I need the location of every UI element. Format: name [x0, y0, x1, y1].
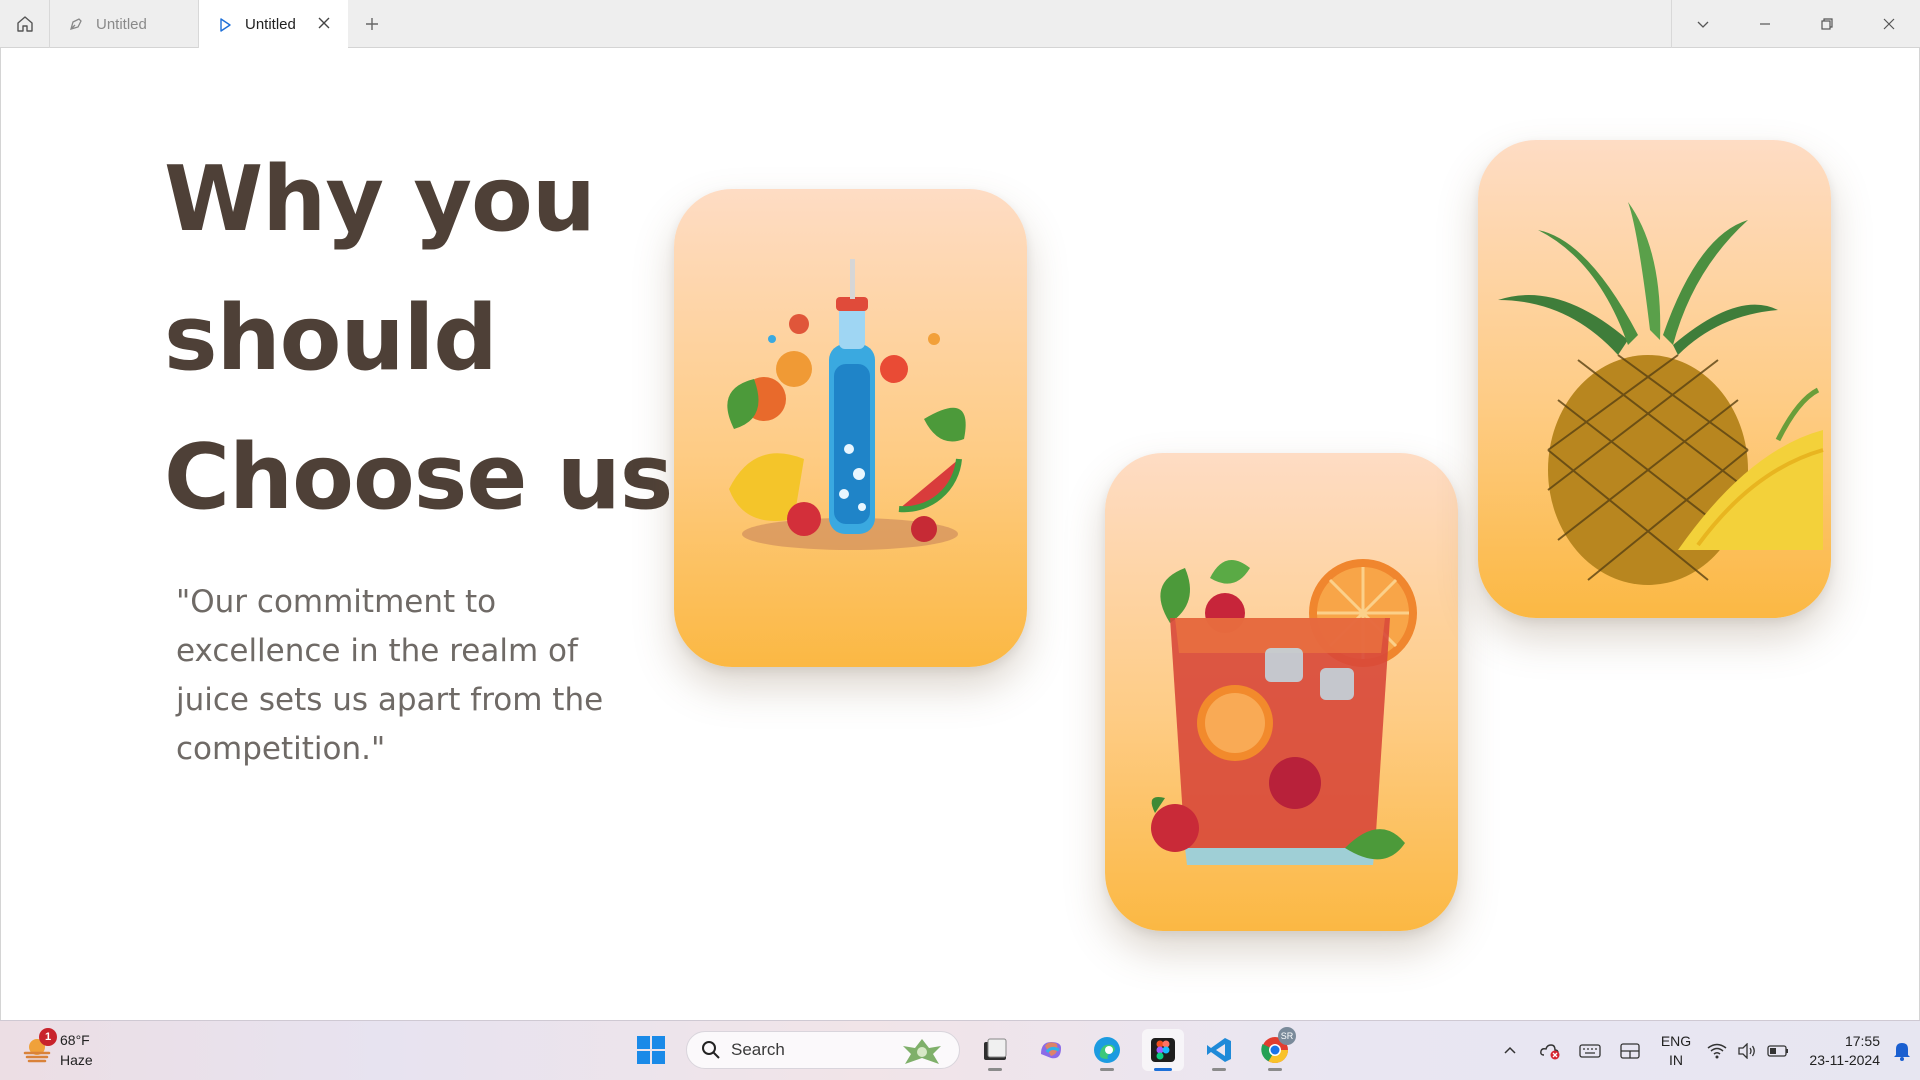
close-icon	[1883, 18, 1895, 30]
weather-condition: Haze	[60, 1052, 93, 1068]
network-button[interactable]	[1702, 1021, 1732, 1080]
title-bar: Untitled Untitled	[0, 0, 1920, 49]
taskbar-vscode[interactable]	[1198, 1029, 1240, 1071]
display-icon	[1620, 1043, 1640, 1059]
windows-icon	[637, 1036, 665, 1064]
taskbar-figma[interactable]	[1142, 1029, 1184, 1071]
restore-button[interactable]	[1796, 0, 1858, 48]
wifi-icon	[1707, 1043, 1727, 1059]
taskbar-apps: Search SR	[630, 1027, 1296, 1071]
running-indicator	[1212, 1068, 1226, 1071]
bell-icon	[1894, 1043, 1910, 1061]
running-indicator	[988, 1068, 1002, 1071]
play-icon	[220, 17, 231, 32]
page-headline: Why you should Choose us?	[164, 130, 725, 547]
search-highlight-icon	[903, 1039, 941, 1064]
tabs-dropdown-button[interactable]	[1672, 0, 1734, 48]
new-tab-button[interactable]	[358, 10, 386, 38]
volume-button[interactable]	[1732, 1021, 1762, 1080]
taskbar-search[interactable]: Search	[686, 1031, 960, 1069]
headline-line: Choose us?	[164, 425, 725, 530]
citrus-drink-glass-illustration	[1151, 559, 1417, 865]
copilot-icon	[1041, 1042, 1061, 1059]
tab-label: Untitled	[96, 15, 147, 33]
profile-badge: SR	[1278, 1027, 1296, 1045]
fruit-bottle-illustration	[727, 259, 966, 550]
clock[interactable]: 17:55 23-11-2024	[1794, 1032, 1884, 1070]
close-button[interactable]	[1858, 0, 1920, 48]
search-placeholder: Search	[731, 1040, 785, 1059]
system-tray: ENG IN 17:55 23-11-2024	[1490, 1021, 1920, 1080]
start-button[interactable]	[630, 1029, 672, 1071]
tablet-mode-button[interactable]	[1610, 1021, 1650, 1080]
file-explorer-icon	[984, 1038, 1007, 1060]
running-indicator	[1154, 1068, 1172, 1071]
close-tab-icon[interactable]	[316, 15, 332, 31]
clock-date: 23-11-2024	[1809, 1052, 1880, 1068]
home-icon	[16, 16, 33, 32]
keyboard-icon	[1579, 1044, 1601, 1058]
cloud-error-icon	[1540, 1044, 1560, 1060]
juice-card-pineapple	[1478, 140, 1831, 618]
notifications-button[interactable]	[1884, 1021, 1920, 1080]
show-hidden-icons-button[interactable]	[1490, 1021, 1530, 1080]
window-controls	[1671, 0, 1920, 48]
battery-icon	[1767, 1045, 1788, 1057]
vscode-icon	[1207, 1038, 1231, 1062]
weather-text: 68°F Haze	[60, 1030, 93, 1070]
pineapple-illustration	[1498, 202, 1824, 585]
running-indicator	[1100, 1068, 1114, 1071]
touch-keyboard-button[interactable]	[1570, 1021, 1610, 1080]
running-indicator	[1268, 1068, 1282, 1071]
taskbar-edge[interactable]	[1086, 1029, 1128, 1071]
tab-untitled-2[interactable]: Untitled	[199, 0, 348, 49]
taskbar-chrome[interactable]: SR	[1254, 1027, 1296, 1071]
language-code: ENG	[1660, 1033, 1692, 1049]
chevron-down-icon	[1697, 21, 1709, 28]
headline-line: should	[164, 286, 498, 391]
language-region: IN	[1669, 1052, 1683, 1068]
tab-untitled-1[interactable]: Untitled	[50, 0, 199, 48]
tab-label: Untitled	[245, 16, 296, 33]
prototype-canvas: Why you should Choose us? "Our commitmen…	[0, 48, 1920, 1020]
minimize-button[interactable]	[1734, 0, 1796, 48]
taskbar-copilot[interactable]	[1030, 1029, 1072, 1071]
headline-line: Why you	[164, 147, 596, 252]
quote-text: "Our commitment to excellence in the rea…	[176, 584, 604, 767]
onedrive-button[interactable]	[1530, 1021, 1570, 1080]
taskbar: 1 68°F Haze Search SR ENG IN 17:55 23-11…	[0, 1020, 1920, 1080]
taskbar-file-explorer[interactable]	[974, 1029, 1016, 1071]
weather-widget[interactable]: 1 68°F Haze	[22, 1028, 93, 1070]
minimize-icon	[1760, 23, 1770, 25]
search-icon	[702, 1041, 720, 1059]
plus-icon	[366, 18, 378, 30]
notification-badge: 1	[39, 1028, 57, 1046]
juice-card-drink	[1105, 453, 1458, 931]
battery-button[interactable]	[1762, 1021, 1794, 1080]
weather-temp: 68°F	[60, 1032, 90, 1048]
figma-pen-icon	[70, 18, 82, 30]
language-indicator[interactable]: ENG IN	[1650, 1032, 1702, 1070]
edge-icon	[1094, 1037, 1120, 1063]
restore-icon	[1821, 18, 1833, 30]
chevron-up-icon	[1504, 1046, 1516, 1054]
juice-card-bottle	[674, 189, 1027, 667]
clock-time: 17:55	[1844, 1033, 1880, 1049]
home-button[interactable]	[0, 0, 50, 48]
speaker-icon	[1738, 1043, 1755, 1059]
figma-icon	[1151, 1038, 1175, 1062]
